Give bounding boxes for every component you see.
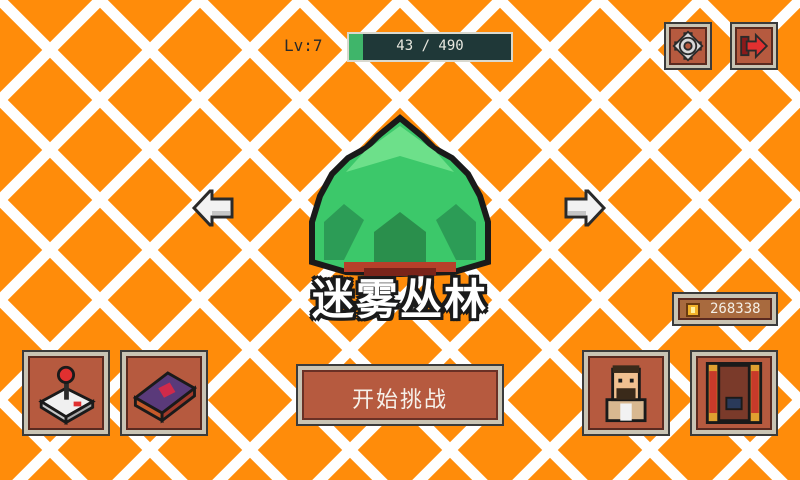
exit-button[interactable] (730, 22, 778, 70)
coin-amount: 268338 (710, 301, 761, 317)
arrow-right-icon (564, 189, 607, 227)
start-challenge-button[interactable]: 开始挑战 (296, 364, 504, 426)
exit-arrow-icon (740, 32, 769, 60)
spellbook-icon (132, 371, 198, 424)
stage-bush-icon (309, 114, 491, 278)
start-challenge-label: 开始挑战 (351, 388, 448, 413)
level-label: Lv:7 (284, 36, 323, 55)
xp-bar: 43 / 490 (347, 32, 513, 62)
joystick-icon (38, 365, 96, 426)
prev-stage-button[interactable] (190, 185, 236, 231)
xp-text: 43 / 490 (396, 38, 464, 54)
character-portrait-icon (605, 365, 647, 423)
joystick-button[interactable] (22, 350, 110, 436)
coin-counter: 268338 (672, 292, 778, 326)
stage-name: 迷雾丛林 (311, 275, 488, 324)
character-button[interactable] (582, 350, 670, 436)
next-stage-button[interactable] (562, 185, 608, 231)
spellbook-button[interactable] (120, 350, 208, 436)
gate-icon (705, 362, 763, 424)
arrow-left-icon (191, 189, 234, 227)
gear-icon (672, 30, 704, 62)
gate-button[interactable] (690, 350, 778, 436)
coin-icon (686, 303, 700, 317)
settings-button[interactable] (664, 22, 712, 70)
